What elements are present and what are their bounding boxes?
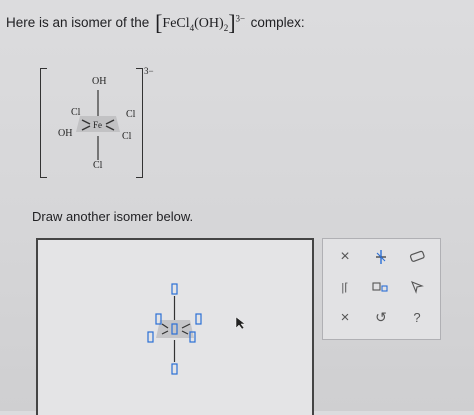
question-prefix: Here is an isomer of the [6, 15, 150, 30]
question-suffix: complex: [250, 15, 305, 30]
drawing-canvas[interactable] [36, 238, 314, 415]
charge-icon[interactable] [367, 275, 395, 299]
given-isomer-structure: 3− OH Cl OH Fe Cl Cl Cl [40, 64, 154, 178]
bracket-icon[interactable]: |⌈ [331, 275, 359, 299]
ligand-bottom: Cl [93, 160, 103, 171]
ligand-right-lower: Cl [122, 131, 132, 142]
complex-formula: [FeCl4(OH)2]3− [155, 10, 246, 35]
select-arrow-icon[interactable] [403, 275, 431, 299]
metal-center: Fe [93, 120, 102, 130]
ligand-top: OH [92, 76, 107, 87]
mouse-cursor-icon [235, 316, 246, 330]
eraser-icon[interactable] [403, 245, 431, 269]
question-text: Here is an isomer of the [FeCl4(OH)2]3− … [6, 10, 305, 36]
atom-add-icon[interactable] [367, 245, 395, 269]
ligand-left-upper: Cl [71, 107, 81, 118]
draw-prompt: Draw another isomer below. [32, 209, 194, 224]
drawing-toolbar: × |⌈ × ↺ ? [322, 238, 441, 340]
clear-icon[interactable]: × [331, 305, 359, 329]
ligand-right-upper: Cl [126, 109, 136, 120]
close-icon[interactable]: × [331, 245, 359, 269]
ligand-left-lower: OH [58, 128, 73, 139]
template-structure[interactable] [138, 280, 218, 380]
undo-icon[interactable]: ↺ [367, 305, 395, 329]
help-icon[interactable]: ? [403, 305, 431, 329]
